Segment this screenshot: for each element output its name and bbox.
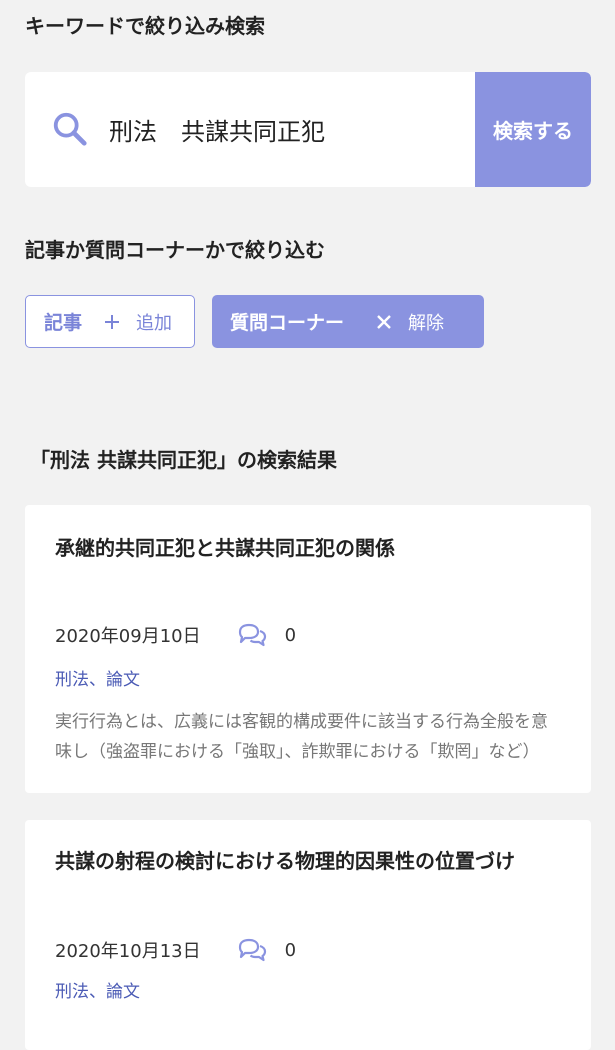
result-meta: 2020年10月13日 0 [55,937,296,963]
close-icon [377,314,391,329]
keyword-search-title: キーワードで絞り込み検索 [25,14,265,38]
result-card[interactable]: 承継的共同正犯と共謀共同正犯の関係 2020年09月10日 0 刑法、論文 実行… [25,505,591,793]
filter-section-title: 記事か質問コーナーかで絞り込む [25,238,325,262]
filter-chip-article-action-label: 追加 [136,312,173,334]
comment-bubbles-icon [238,938,266,962]
search-input[interactable] [109,72,469,187]
search-box: 検索する [25,72,591,187]
result-meta: 2020年09月10日 0 [55,622,296,648]
result-card[interactable]: 共謀の射程の検討における物理的因果性の位置づけ 2020年10月13日 0 刑法… [25,820,591,1050]
results-heading: 「刑法 共謀共同正犯」の検索結果 [30,448,337,472]
filter-chip-article-action: 追加 [104,309,172,335]
filter-chip-article-label: 記事 [44,312,83,334]
search-button[interactable]: 検索する [475,72,591,187]
filter-chip-question-label: 質問コーナー [230,312,345,334]
result-date: 2020年09月10日 [55,626,201,647]
search-icon [53,112,87,146]
result-date: 2020年10月13日 [55,941,201,962]
result-tags[interactable]: 刑法、論文 [55,665,140,690]
comment-bubbles-icon [238,623,266,647]
filter-chip-question-action: 解除 [376,309,444,335]
filter-chip-question-action-label: 解除 [408,312,445,334]
result-title[interactable]: 共謀の射程の検討における物理的因果性の位置づけ [55,842,567,880]
result-excerpt: 実行行為とは、広義には客観的構成要件に該当する行為全般を意味し（強盗罪における「… [55,712,548,762]
filter-chip-article[interactable]: 記事 追加 [25,295,195,348]
result-title[interactable]: 承継的共同正犯と共謀共同正犯の関係 [55,529,567,567]
result-comment-count: 0 [284,939,297,961]
result-tags[interactable]: 刑法、論文 [55,977,140,1002]
filter-chip-question-corner[interactable]: 質問コーナー 解除 [212,295,484,348]
plus-icon [105,314,120,329]
result-comment-count: 0 [284,624,297,646]
